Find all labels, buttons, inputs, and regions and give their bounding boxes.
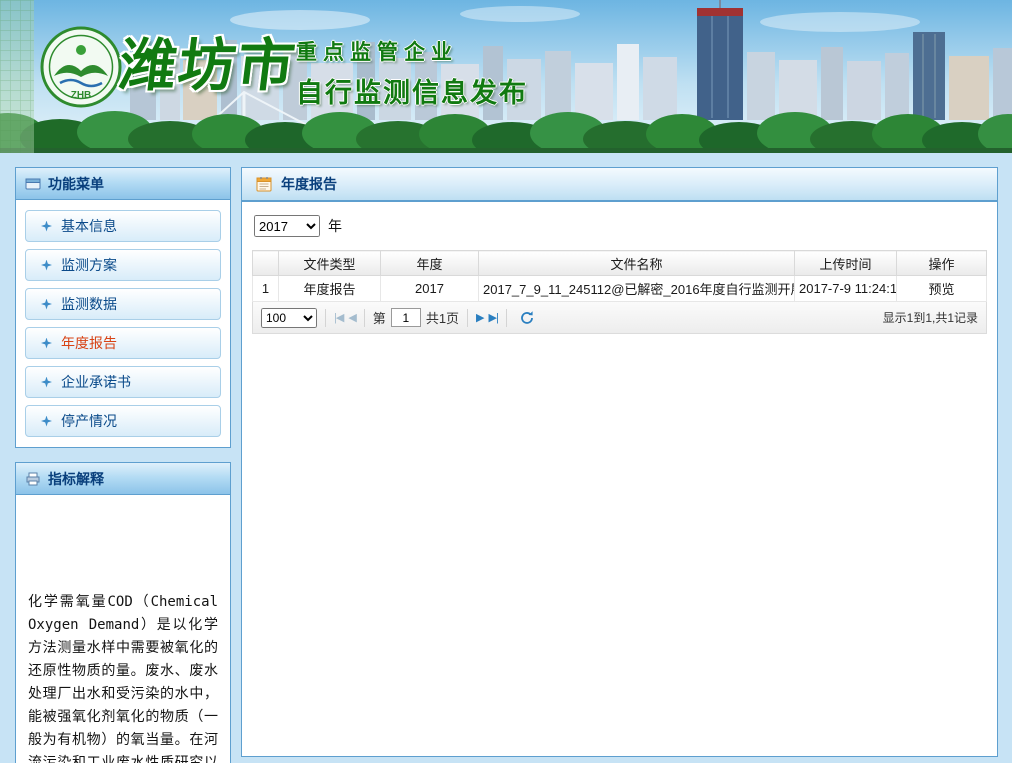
subtitle-line2: 自行监测信息发布	[296, 71, 528, 110]
printer-icon	[25, 472, 41, 486]
indicator-panel-header: 指标解释	[16, 463, 230, 495]
page: ZHB 潍坊市 重点监管企业 自行监测信息发布 功能菜单	[0, 0, 1012, 763]
divider	[325, 309, 326, 327]
main-panel: 年度报告 2017 年	[241, 167, 998, 757]
page-label-suffix: 共1页	[426, 308, 459, 327]
sidebar-item-commitment-letter[interactable]: 企业承诺书	[25, 366, 221, 398]
cell-file-name: 2017_7_9_11_245112@已解密_2016年度自行监测开展情况年	[479, 276, 795, 302]
year-select[interactable]: 2017	[254, 215, 320, 237]
table-header-row: 文件类型 年度 文件名称 上传时间 操作	[253, 251, 987, 276]
prev-page-button[interactable]: ◀	[348, 311, 355, 324]
environment-logo: ZHB	[40, 26, 122, 108]
main-body: 2017 年 文件类型 年度 文件名称	[242, 202, 997, 756]
sidebar-item-basic-info[interactable]: 基本信息	[25, 210, 221, 242]
last-page-button[interactable]: ▶|	[489, 311, 498, 324]
function-menu-title: 功能菜单	[48, 174, 104, 194]
sidebar-item-label: 基本信息	[61, 216, 117, 236]
first-page-button[interactable]: |◀	[334, 311, 343, 324]
sidebar-item-label: 年度报告	[61, 333, 117, 353]
refresh-icon[interactable]	[519, 310, 535, 326]
site-title: 潍坊市	[115, 20, 302, 102]
indicator-panel: 指标解释 化学需氧量COD（Chemical Oxygen Demand）是以化…	[15, 462, 231, 763]
record-summary: 显示1到1,共1记录	[883, 309, 978, 326]
preview-link[interactable]: 预览	[897, 276, 987, 302]
divider	[506, 309, 507, 327]
col-file-type: 文件类型	[279, 251, 381, 276]
col-year: 年度	[381, 251, 479, 276]
indicator-explanation-text: 化学需氧量COD（Chemical Oxygen Demand）是以化学方法测量…	[16, 495, 230, 763]
next-page-button[interactable]: ▶	[476, 311, 483, 324]
table-row[interactable]: 1 年度报告 2017 2017_7_9_11_245112@已解密_2016年…	[253, 276, 987, 302]
col-upload-time: 上传时间	[795, 251, 897, 276]
star-icon	[41, 260, 52, 271]
main-empty-space	[252, 334, 987, 756]
divider	[364, 309, 365, 327]
cell-file-type: 年度报告	[279, 276, 381, 302]
page-size-select[interactable]: 100	[261, 308, 317, 328]
col-index	[253, 251, 279, 276]
logo-text: ZHB	[71, 90, 92, 101]
col-file-name: 文件名称	[479, 251, 795, 276]
cell-year: 2017	[381, 276, 479, 302]
main-panel-header: 年度报告	[242, 168, 997, 202]
subtitle-line1: 重点监管企业	[296, 36, 528, 66]
content-area: 功能菜单 基本信息 监测方案 监测数据	[0, 153, 1012, 763]
star-icon	[41, 299, 52, 310]
site-banner: ZHB 潍坊市 重点监管企业 自行监测信息发布	[0, 0, 1012, 153]
star-icon	[41, 338, 52, 349]
page-number-input[interactable]	[391, 308, 421, 327]
function-menu-list: 基本信息 监测方案 监测数据 年度报告	[16, 200, 230, 447]
cell-upload-time: 2017-7-9 11:24:13	[795, 276, 897, 302]
site-subtitle: 重点监管企业 自行监测信息发布	[296, 36, 528, 110]
cell-index: 1	[253, 276, 279, 302]
sidebar-item-label: 监测数据	[61, 294, 117, 314]
function-menu-panel: 功能菜单 基本信息 监测方案 监测数据	[15, 167, 231, 448]
notepad-icon	[255, 175, 273, 193]
sidebar-item-label: 监测方案	[61, 255, 117, 275]
page-label-prefix: 第	[373, 308, 386, 327]
sidebar-item-production-suspension[interactable]: 停产情况	[25, 405, 221, 437]
page-title: 年度报告	[281, 174, 337, 194]
year-unit-label: 年	[328, 216, 342, 236]
star-icon	[41, 377, 52, 388]
sidebar-item-monitoring-plan[interactable]: 监测方案	[25, 249, 221, 281]
indicator-panel-title: 指标解释	[48, 469, 104, 489]
divider	[467, 309, 468, 327]
sidebar-item-monitoring-data[interactable]: 监测数据	[25, 288, 221, 320]
annual-report-table: 文件类型 年度 文件名称 上传时间 操作 1 年度报告 2017 2017_7_	[252, 250, 987, 302]
pagination-bar: 100 |◀ ◀ 第 共1页 ▶ ▶|	[252, 302, 987, 334]
function-menu-header: 功能菜单	[16, 168, 230, 200]
window-icon	[25, 177, 41, 191]
year-filter: 2017 年	[254, 215, 987, 237]
sidebar-item-annual-report[interactable]: 年度报告	[25, 327, 221, 359]
star-icon	[41, 416, 52, 427]
star-icon	[41, 221, 52, 232]
col-action: 操作	[897, 251, 987, 276]
sidebar: 功能菜单 基本信息 监测方案 监测数据	[15, 167, 231, 763]
sidebar-item-label: 企业承诺书	[61, 372, 131, 392]
sidebar-item-label: 停产情况	[61, 411, 117, 431]
